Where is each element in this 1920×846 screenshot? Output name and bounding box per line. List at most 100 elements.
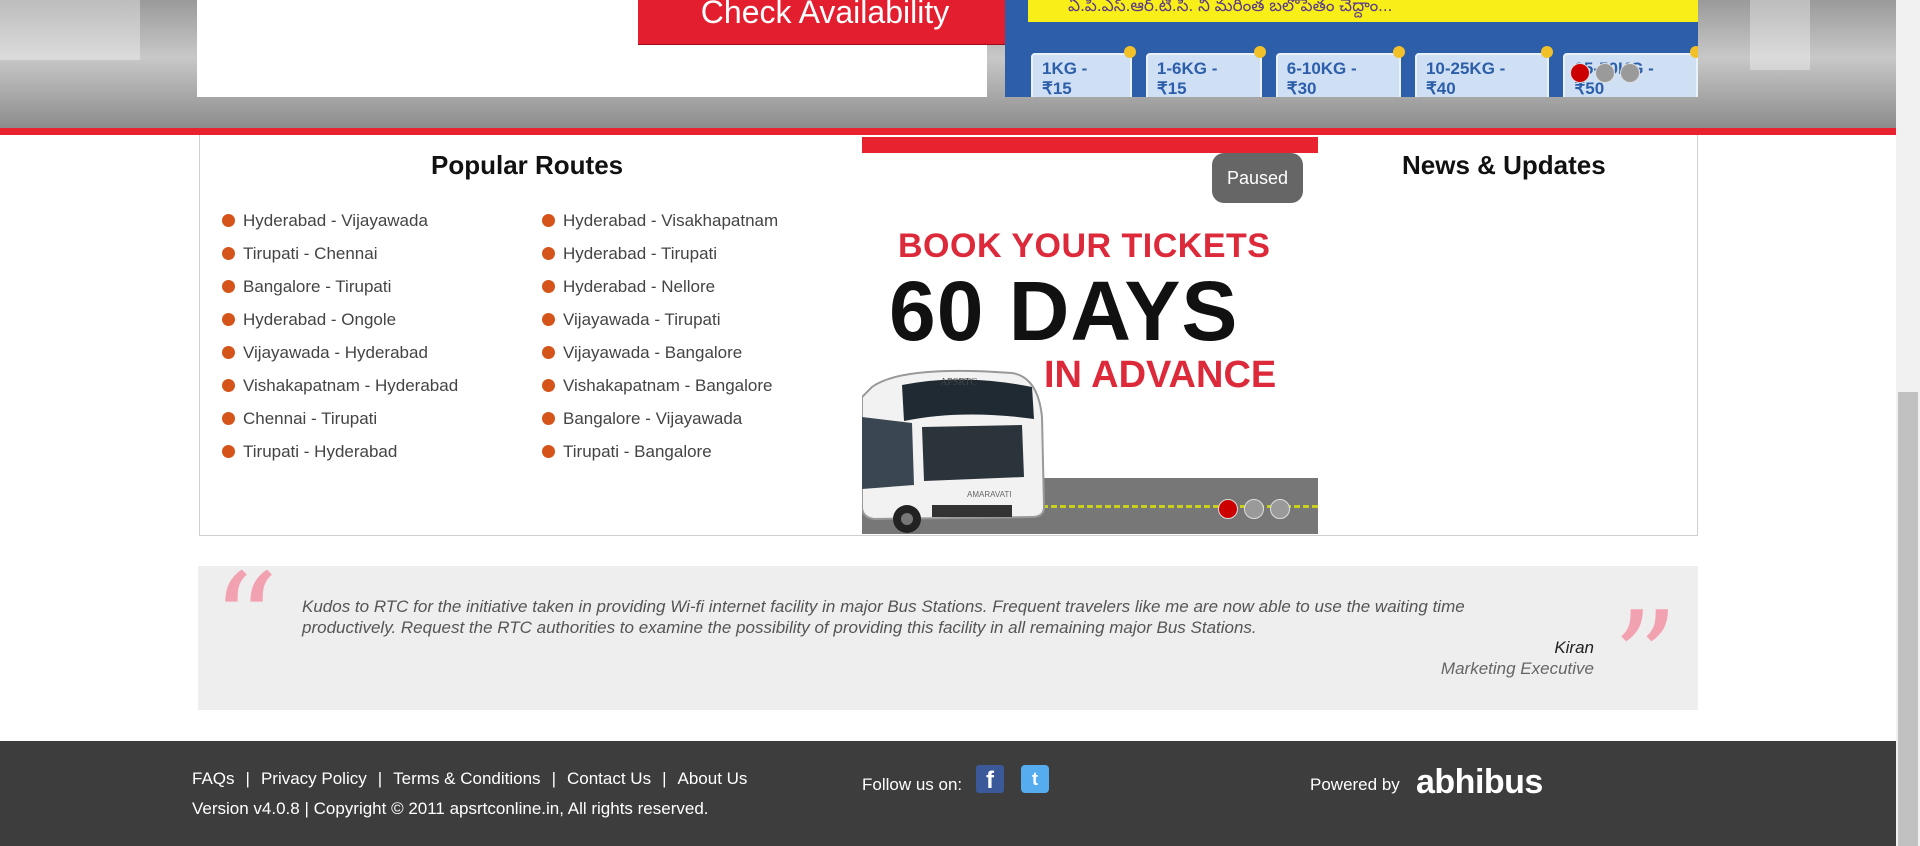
route-link[interactable]: Hyderabad - Ongole bbox=[222, 303, 458, 336]
bullet-icon bbox=[222, 412, 235, 425]
bullet-icon bbox=[542, 379, 555, 392]
scrollbar-thumb[interactable] bbox=[1898, 392, 1918, 846]
route-label: Hyderabad - Nellore bbox=[563, 276, 716, 296]
route-link[interactable]: Hyderabad - Tirupati bbox=[542, 237, 778, 270]
promo-slide-dot[interactable] bbox=[1620, 63, 1640, 83]
route-label: Tirupati - Bangalore bbox=[563, 441, 712, 461]
banner-line-3: IN ADVANCE bbox=[1044, 354, 1277, 396]
routes-column-left: Hyderabad - Vijayawada Tirupati - Chennai… bbox=[222, 204, 458, 468]
promo-price-tag: 1KG - ₹15 bbox=[1031, 46, 1136, 97]
hero-red-strip bbox=[0, 128, 1896, 135]
route-label: Bangalore - Vijayawada bbox=[563, 408, 743, 428]
route-link[interactable]: Hyderabad - Vijayawada bbox=[222, 204, 458, 237]
promo-price-tag: 10-25KG - ₹40 bbox=[1414, 46, 1553, 97]
search-box: Check Availability bbox=[197, 0, 1012, 97]
testimonial-text: Kudos to RTC for the initiative taken in… bbox=[302, 597, 1465, 637]
follow-us-label: Follow us on: bbox=[862, 775, 963, 794]
bullet-icon bbox=[222, 445, 235, 458]
promo-price-tag: 1-6KG - ₹15 bbox=[1145, 46, 1266, 97]
footer-link[interactable]: Terms & Conditions bbox=[393, 769, 540, 789]
route-link[interactable]: Bangalore - Tirupati bbox=[222, 270, 458, 303]
route-link[interactable]: Vijayawada - Bangalore bbox=[542, 336, 778, 369]
open-quote-icon: “ bbox=[212, 545, 279, 697]
testimonial-author: Kiran bbox=[1554, 638, 1594, 657]
footer-link[interactable]: Privacy Policy bbox=[261, 769, 367, 789]
bullet-icon bbox=[542, 280, 555, 293]
bullet-icon bbox=[222, 247, 235, 260]
twitter-icon[interactable]: t bbox=[1021, 765, 1049, 793]
hero-person-image bbox=[1750, 0, 1810, 70]
banner-slide-dot[interactable] bbox=[1218, 499, 1238, 519]
bullet-icon bbox=[542, 247, 555, 260]
route-link[interactable]: Tirupati - Bangalore bbox=[542, 435, 778, 468]
route-label: Vishakapatnam - Hyderabad bbox=[243, 375, 459, 395]
bullet-icon bbox=[222, 214, 235, 227]
advance-booking-banner[interactable]: Paused BOOK YOUR TICKETS 60 DAYS IN ADVA… bbox=[862, 137, 1318, 534]
bullet-icon bbox=[222, 346, 235, 359]
route-label: Hyderabad - Ongole bbox=[243, 309, 397, 329]
route-label: Hyderabad - Tirupati bbox=[563, 243, 718, 263]
route-label: Tirupati - Hyderabad bbox=[243, 441, 398, 461]
route-link[interactable]: Vijayawada - Hyderabad bbox=[222, 336, 458, 369]
route-label: Tirupati - Chennai bbox=[243, 243, 378, 263]
bullet-icon bbox=[542, 313, 555, 326]
check-availability-button[interactable]: Check Availability bbox=[638, 0, 1012, 45]
hero-bus-image bbox=[0, 0, 140, 60]
banner-red-bar bbox=[862, 137, 1318, 153]
route-link[interactable]: Tirupati - Hyderabad bbox=[222, 435, 458, 468]
banner-line-1: BOOK YOUR TICKETS bbox=[898, 227, 1271, 265]
route-link[interactable]: Hyderabad - Nellore bbox=[542, 270, 778, 303]
route-link[interactable]: Vishakapatnam - Hyderabad bbox=[222, 369, 458, 402]
bullet-icon bbox=[222, 313, 235, 326]
promo-slider-dots bbox=[1570, 63, 1640, 83]
bullet-icon bbox=[542, 445, 555, 458]
bullet-icon bbox=[542, 214, 555, 227]
link-separator: | bbox=[662, 769, 667, 788]
route-link[interactable]: Bangalore - Vijayawada bbox=[542, 402, 778, 435]
footer-link[interactable]: Contact Us bbox=[567, 769, 651, 789]
copyright-text: Version v4.0.8 | Copyright © 2011 apsrtc… bbox=[192, 799, 709, 818]
testimonial-box: “ Kudos to RTC for the initiative taken … bbox=[198, 556, 1698, 724]
route-link[interactable]: Vijayawada - Tirupati bbox=[542, 303, 778, 336]
route-link[interactable]: Chennai - Tirupati bbox=[222, 402, 458, 435]
testimonial-role: Marketing Executive bbox=[1440, 659, 1594, 678]
popular-routes-title: Popular Routes bbox=[431, 150, 624, 180]
link-separator: | bbox=[377, 769, 383, 788]
footer-link[interactable]: About Us bbox=[678, 769, 748, 789]
banner-slider-dots bbox=[1218, 499, 1290, 519]
powered-by-label: Powered by bbox=[1310, 775, 1400, 794]
banner-line-2: 60 DAYS bbox=[889, 264, 1239, 358]
route-link[interactable]: Tirupati - Chennai bbox=[222, 237, 458, 270]
promo-text: ఏ.పి.ఎస్.ఆర్.టి.సి. ని మరింత బలోపేతం చేద… bbox=[1068, 0, 1393, 15]
bullet-icon bbox=[542, 346, 555, 359]
promo-slide-dot[interactable] bbox=[1570, 63, 1590, 83]
bullet-icon bbox=[542, 412, 555, 425]
route-label: Vijayawada - Tirupati bbox=[563, 309, 721, 329]
footer-links: FAQs | Privacy Policy | Terms & Conditions | C… bbox=[192, 769, 747, 789]
promo-slide-dot[interactable] bbox=[1595, 63, 1615, 83]
bus-destination-text: APSRTC bbox=[940, 377, 978, 388]
promo-price-tag: 6-10KG - ₹30 bbox=[1275, 46, 1406, 97]
bullet-icon bbox=[222, 379, 235, 392]
route-label: Vijayawada - Bangalore bbox=[563, 342, 743, 362]
route-link[interactable]: Vishakapatnam - Bangalore bbox=[542, 369, 778, 402]
link-separator: | bbox=[245, 769, 250, 788]
facebook-icon[interactable]: f bbox=[976, 765, 1004, 794]
paused-badge[interactable]: Paused bbox=[1212, 153, 1303, 203]
link-separator: | bbox=[551, 769, 556, 788]
route-label: Chennai - Tirupati bbox=[243, 408, 378, 428]
promo-headline: ఏ.పి.ఎస్.ఆర్.టి.సి. ని మరింత బలోపేతం చేద… bbox=[1028, 0, 1698, 22]
route-label: Hyderabad - Visakhapatnam bbox=[563, 210, 779, 230]
bus-name-text: AMARAVATI bbox=[967, 490, 1011, 499]
footer: FAQs | Privacy Policy | Terms & Conditions | C… bbox=[0, 741, 1896, 846]
bus-icon: APSRTC AMARAVATI bbox=[862, 369, 1046, 533]
route-link[interactable]: Hyderabad - Visakhapatnam bbox=[542, 204, 778, 237]
routes-column-right: Hyderabad - Visakhapatnam Hyderabad - Tir… bbox=[542, 204, 778, 468]
news-updates-title: News & Updates bbox=[1402, 150, 1606, 180]
promo-banner[interactable]: ఏ.పి.ఎస్.ఆర్.టి.సి. ని మరింత బలోపేతం చేద… bbox=[1005, 0, 1698, 97]
banner-slide-dot[interactable] bbox=[1244, 499, 1264, 519]
banner-slide-dot[interactable] bbox=[1270, 499, 1290, 519]
route-label: Bangalore - Tirupati bbox=[243, 276, 392, 296]
abhibus-logo[interactable]: abhibus bbox=[1416, 763, 1543, 802]
footer-link[interactable]: FAQs bbox=[192, 769, 235, 789]
